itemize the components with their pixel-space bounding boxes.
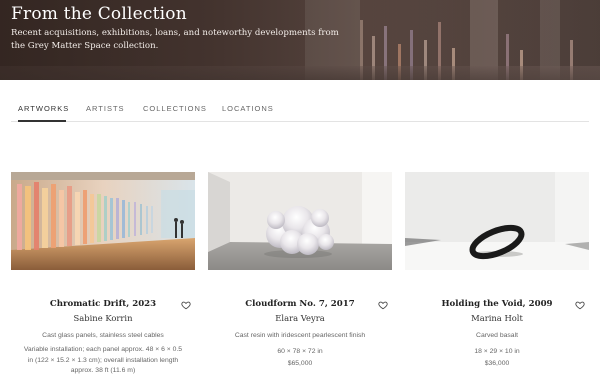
artwork-dimensions: 18 × 29 × 10 in — [474, 348, 520, 355]
page-title: From the Collection — [11, 4, 187, 24]
artwork-medium: Cast glass panels, stainless steel cable… — [42, 332, 164, 339]
artwork-price: $36,000 — [484, 360, 510, 367]
artwork-title[interactable]: Holding the Void, 2009 — [405, 299, 589, 309]
favorite-heart-icon[interactable] — [181, 300, 191, 310]
artwork-title[interactable]: Chromatic Drift, 2023 — [11, 299, 195, 309]
tab-collections[interactable]: COLLECTIONS — [143, 104, 207, 122]
glass-installation-image[interactable] — [11, 172, 195, 270]
basalt-ring-sculpture-image[interactable] — [405, 172, 589, 270]
page-subtitle: Recent acquisitions, exhibitions, loans,… — [11, 28, 339, 51]
pearl-cloud-sculpture-image[interactable] — [208, 172, 392, 270]
artwork-title[interactable]: Cloudform No. 7, 2017 — [208, 299, 392, 309]
tab-artists[interactable]: ARTISTS — [86, 104, 125, 122]
favorite-heart-icon[interactable] — [378, 300, 388, 310]
tab-artworks[interactable]: ARTWORKS — [18, 104, 68, 122]
favorite-heart-icon[interactable] — [575, 300, 585, 310]
tab-locations[interactable]: LOCATIONS — [222, 104, 274, 122]
artwork-dimensions: 60 × 78 × 72 in — [277, 348, 323, 355]
artist-name[interactable]: Elara Veyra — [208, 313, 392, 323]
hero-banner: From the Collection Recent acquisitions,… — [0, 0, 600, 80]
artist-name[interactable]: Sabine Korrin — [11, 313, 195, 323]
collection-tabs: ARTWORKS ARTISTS COLLECTIONS LOCATIONS — [11, 97, 589, 122]
artwork-dimensions: Variable installation; each panel approx… — [23, 346, 183, 374]
artist-name[interactable]: Marina Holt — [405, 313, 589, 323]
artwork-medium: Carved basalt — [476, 332, 518, 339]
artwork-medium: Cast resin with iridescent pearlescent f… — [234, 332, 366, 339]
artwork-price: $65,000 — [287, 360, 313, 367]
